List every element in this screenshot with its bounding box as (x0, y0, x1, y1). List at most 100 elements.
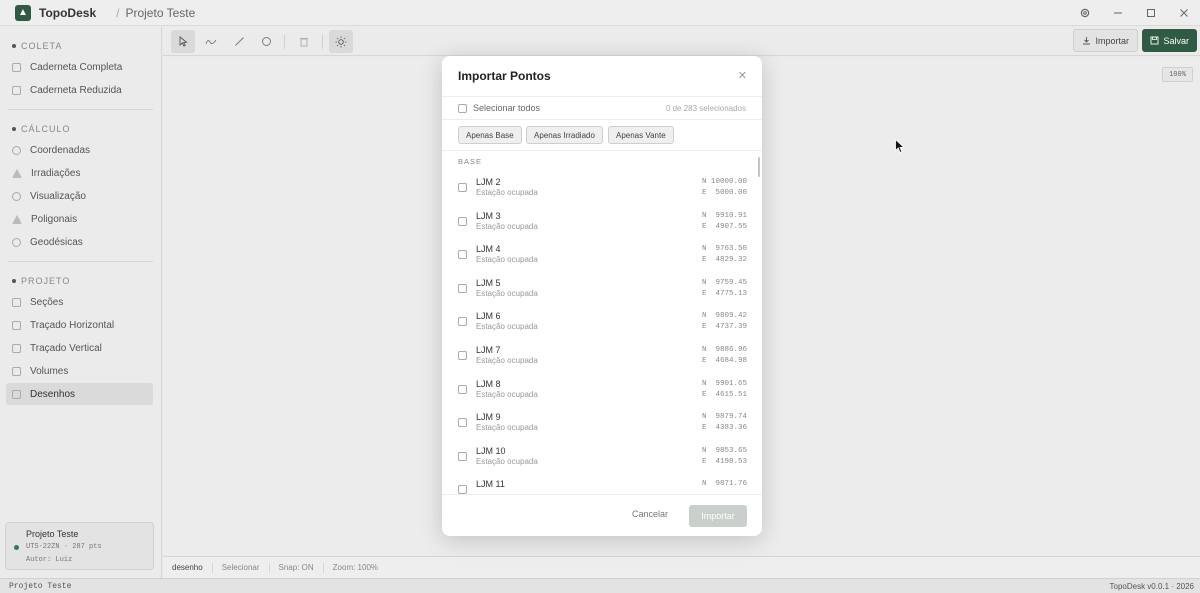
sidebar-item-label: Irradiações (31, 167, 81, 179)
close-icon[interactable] (1167, 0, 1200, 26)
status-snap: Snap: ON (270, 562, 324, 573)
sidebar-item-caderneta-reduzida[interactable]: Caderneta Reduzida (6, 79, 153, 101)
list-item[interactable]: LJM 8 Estação ocupada N 9901.65 E 4615.5… (442, 373, 756, 407)
circle-tool-icon[interactable] (254, 30, 278, 53)
select-all-row: Selecionar todos 0 de 283 selecionados (442, 97, 762, 120)
filter-base-button[interactable]: Apenas Base (458, 126, 522, 144)
point-description: Estação ocupada (476, 255, 538, 265)
list-item[interactable]: LJM 6 Estação ocupada N 9809.42 E 4737.3… (442, 305, 756, 339)
list-item[interactable]: LJM 11 N 9871.76 (442, 473, 756, 494)
sidebar-item-irradiacoes[interactable]: Irradiações (6, 162, 153, 184)
section-title: COLETA (21, 41, 63, 51)
row-checkbox[interactable] (458, 317, 467, 327)
confirm-import-button[interactable]: Importar (689, 505, 747, 527)
maximize-icon[interactable] (1134, 0, 1167, 26)
row-checkbox[interactable] (458, 216, 467, 226)
toolbar-divider (322, 35, 323, 49)
point-north: N 9809.42 (701, 312, 747, 321)
filter-irradiado-button[interactable]: Apenas Irradiado (526, 126, 603, 144)
point-description: Estação ocupada (476, 221, 538, 231)
filter-row: Apenas Base Apenas Irradiado Apenas Vant… (442, 120, 762, 151)
sidebar-item-secoes[interactable]: Seções (6, 291, 153, 313)
select-tool-icon[interactable] (171, 30, 195, 53)
sidebar-item-geodesicas[interactable]: Geodésicas (6, 231, 153, 253)
point-description: Estação ocupada (476, 423, 538, 433)
list-item[interactable]: LJM 10 Estação ocupada N 9853.65 E 4198.… (442, 440, 756, 474)
point-name: LJM 11 (476, 479, 505, 490)
section-dot-icon (12, 279, 16, 283)
zigzag-icon (12, 320, 21, 330)
save-button[interactable]: Salvar (1142, 29, 1197, 52)
save-button-label: Salvar (1163, 35, 1189, 46)
point-north: N 9853.65 (701, 446, 747, 455)
row-checkbox[interactable] (458, 418, 467, 428)
globe-icon (12, 237, 21, 247)
sun-icon[interactable] (329, 30, 353, 53)
triangle-icon (12, 214, 22, 224)
row-checkbox[interactable] (458, 183, 467, 192)
filter-vante-button[interactable]: Apenas Vante (608, 126, 674, 144)
sidebar-item-tracado-horizontal[interactable]: Traçado Horizontal (6, 314, 153, 336)
sidebar-item-tracado-vertical[interactable]: Traçado Vertical (6, 337, 153, 359)
modal-footer: Cancelar Importar (442, 494, 762, 536)
section-header-coleta: COLETA (12, 37, 161, 55)
point-name: LJM 4 (476, 244, 501, 255)
row-checkbox[interactable] (458, 283, 467, 293)
status-mode: desenho (163, 562, 213, 573)
polyline-tool-icon[interactable] (199, 30, 223, 53)
trash-icon[interactable] (292, 30, 316, 53)
point-north: N 9910.91 (701, 211, 747, 220)
sidebar-item-volumes[interactable]: Volumes (6, 360, 153, 382)
sidebar-item-visualizacao[interactable]: Visualização (6, 185, 153, 207)
row-checkbox[interactable] (458, 384, 467, 394)
list-scrollbar[interactable] (758, 157, 760, 177)
footer-bar: Projeto Teste TopoDesk v0.0.1 · 2026 (0, 578, 1200, 593)
select-all-checkbox[interactable] (458, 104, 467, 113)
sidebar-item-label: Coordenadas (30, 144, 91, 156)
app-logo-icon: ▲ (15, 4, 31, 21)
import-button[interactable]: Importar (1073, 29, 1138, 52)
point-north: N 9879.74 (701, 413, 747, 422)
zoom-chip[interactable]: 100% (1162, 67, 1193, 82)
sidebar-divider (8, 261, 153, 262)
cancel-button[interactable]: Cancelar (632, 509, 668, 519)
lines-icon (12, 297, 21, 307)
row-checkbox[interactable] (458, 351, 467, 360)
row-checkbox[interactable] (458, 451, 467, 461)
project-card[interactable]: Projeto Teste UTS-22ZN · 287 pts Autor: … (5, 522, 154, 570)
window-controls (1068, 0, 1200, 26)
row-checkbox[interactable] (458, 485, 467, 494)
app-name: TopoDesk (39, 5, 97, 20)
minimize-icon[interactable] (1101, 0, 1134, 26)
point-name: LJM 6 (476, 311, 501, 322)
clipboard-icon (12, 62, 21, 72)
list-item[interactable]: LJM 3 Estação ocupada N 9910.91 E 4907.5… (442, 205, 756, 239)
sidebar-item-desenhos[interactable]: Desenhos (6, 383, 153, 405)
list-item[interactable]: LJM 7 Estação ocupada N 9886.96 E 4684.9… (442, 339, 756, 373)
line-tool-icon[interactable] (227, 30, 251, 53)
list-item[interactable]: LJM 2 Estação ocupada N 10000.00 E 5000.… (442, 171, 756, 205)
row-checkbox[interactable] (458, 250, 467, 260)
footer-project: Projeto Teste (9, 582, 72, 591)
sidebar-item-poligonais[interactable]: Poligonais (6, 208, 153, 230)
section-title: CÁLCULO (21, 124, 71, 134)
close-icon[interactable]: ✕ (738, 69, 747, 82)
point-description: Estação ocupada (476, 356, 538, 365)
points-list[interactable]: BASE LJM 2 Estação ocupada N 10000.00 E … (442, 152, 762, 494)
list-item[interactable]: LJM 4 Estação ocupada N 9763.50 E 4829.3… (442, 238, 756, 272)
download-icon (1083, 37, 1091, 45)
list-item[interactable]: LJM 9 Estação ocupada N 9879.74 E 4383.3… (442, 406, 756, 440)
point-name: LJM 5 (476, 277, 501, 288)
gear-icon[interactable] (1068, 0, 1101, 26)
list-item[interactable]: LJM 5 Estação ocupada N 9759.45 E 4775.1… (442, 272, 756, 306)
sidebar-item-coordenadas[interactable]: Coordenadas (6, 139, 153, 161)
sidebar-item-label: Caderneta Completa (30, 61, 123, 73)
triangle-icon (12, 168, 22, 178)
clipboard-icon (12, 85, 21, 95)
point-north: N 9871.76 (701, 480, 747, 489)
import-points-modal: Importar Pontos ✕ Selecionar todos 0 de … (442, 56, 762, 536)
save-icon (1151, 36, 1159, 45)
point-east: E 4198.53 (701, 457, 747, 466)
sidebar-item-caderneta-completa[interactable]: Caderneta Completa (6, 56, 153, 78)
project-title: Projeto Teste (125, 5, 196, 20)
